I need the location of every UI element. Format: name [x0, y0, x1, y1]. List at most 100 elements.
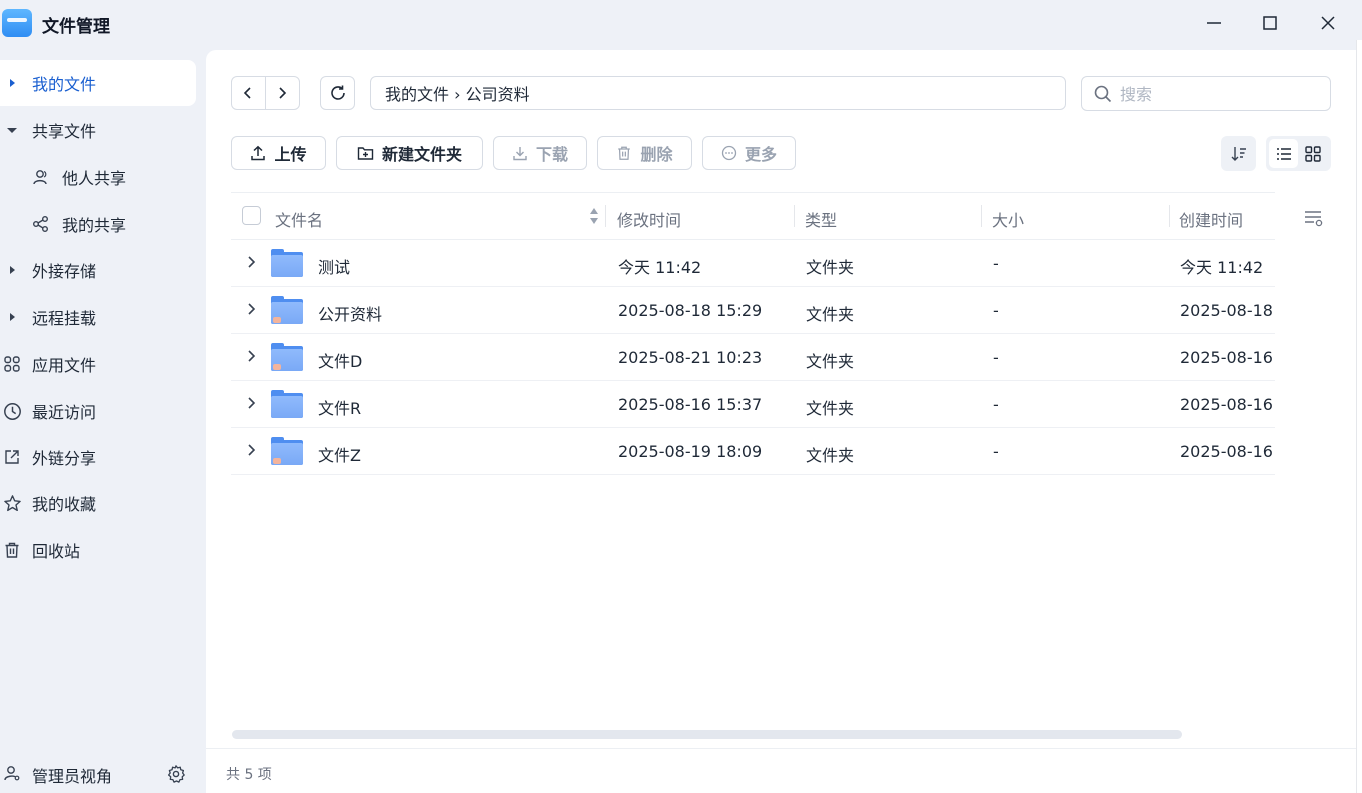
column-header-modified[interactable]: 修改时间	[617, 207, 681, 231]
right-edge-strip	[1356, 40, 1362, 793]
new-folder-button[interactable]: 新建文件夹	[336, 136, 483, 170]
maximize-button[interactable]	[1255, 8, 1285, 38]
table-row[interactable]: 文件D 2025-08-21 10:23 文件夹 - 2025-08-16	[231, 334, 1275, 381]
column-separator[interactable]	[794, 205, 795, 227]
sidebar-item-label: 我的文件	[32, 75, 97, 94]
sidebar-item-label: 他人共享	[62, 169, 127, 188]
sidebar-item-recycle-bin[interactable]: 回收站	[0, 527, 196, 573]
expand-chevron-icon[interactable]	[245, 254, 259, 274]
file-name: 文件D	[318, 352, 363, 371]
status-footer: 共 5 项	[206, 748, 1356, 793]
title-bar: 文件管理	[0, 0, 1362, 48]
chevron-right-icon	[279, 87, 287, 99]
grid-view-icon	[1304, 145, 1321, 162]
caret-right-icon	[2, 307, 22, 327]
sidebar-item-my-files[interactable]: 我的文件	[0, 60, 196, 106]
created-time: 今天 11:42	[1180, 258, 1264, 277]
sidebar-item-shared-with-me[interactable]: 他人共享	[0, 154, 196, 200]
sidebar-item-label: 我的收藏	[32, 495, 97, 514]
select-all-checkbox[interactable]	[242, 206, 261, 225]
modified-time: 2025-08-21 10:23	[618, 348, 763, 367]
table-header: 文件名 修改时间 类型 大小 创建时间	[231, 192, 1275, 240]
download-button[interactable]: 下载	[493, 136, 587, 170]
table-row[interactable]: 公开资料 2025-08-18 15:29 文件夹 - 2025-08-18	[231, 287, 1275, 334]
column-header-size[interactable]: 大小	[992, 207, 1024, 231]
column-separator[interactable]	[605, 205, 606, 227]
grid-view-button[interactable]	[1298, 139, 1327, 168]
horizontal-scrollbar[interactable]	[232, 730, 1182, 739]
table-row[interactable]: 文件Z 2025-08-19 18:09 文件夹 - 2025-08-16	[231, 428, 1275, 475]
back-button[interactable]	[232, 77, 266, 109]
column-header-type[interactable]: 类型	[805, 207, 837, 231]
minimize-button[interactable]	[1199, 8, 1229, 38]
refresh-button[interactable]	[320, 76, 355, 110]
admin-user-icon	[3, 764, 21, 786]
upload-icon	[251, 145, 266, 161]
share-icon	[31, 214, 51, 234]
created-time: 2025-08-18	[1180, 301, 1273, 320]
close-button[interactable]	[1313, 8, 1343, 38]
column-header-created[interactable]: 创建时间	[1179, 207, 1243, 231]
upload-label: 上传	[274, 145, 307, 164]
sidebar-item-link-share[interactable]: 外链分享	[0, 434, 196, 480]
folder-icon	[271, 390, 303, 418]
file-manager-app-icon	[2, 9, 32, 37]
upload-button[interactable]: 上传	[231, 136, 326, 170]
column-separator[interactable]	[981, 205, 982, 227]
sort-arrows-icon[interactable]	[588, 205, 600, 231]
column-settings-icon[interactable]	[1303, 208, 1325, 232]
admin-view-row[interactable]: 管理员视角	[0, 750, 206, 793]
sidebar-item-recent[interactable]: 最近访问	[0, 388, 196, 434]
expand-chevron-icon[interactable]	[245, 442, 259, 462]
settings-gear-icon[interactable]	[166, 764, 186, 788]
close-icon	[1321, 16, 1335, 30]
shared-folder-icon	[271, 343, 303, 371]
sidebar-item-external-storage[interactable]: 外接存储	[0, 247, 196, 293]
expand-chevron-icon[interactable]	[245, 348, 259, 368]
file-type: 文件夹	[806, 399, 855, 418]
sidebar-item-label: 我的共享	[62, 216, 127, 235]
column-header-name[interactable]: 文件名	[275, 207, 323, 231]
table-row[interactable]: 文件R 2025-08-16 15:37 文件夹 - 2025-08-16	[231, 381, 1275, 428]
view-mode-toggle	[1266, 136, 1331, 171]
sidebar-item-app-files[interactable]: 应用文件	[0, 341, 196, 387]
users-icon	[31, 167, 51, 187]
modified-time: 2025-08-19 18:09	[618, 442, 763, 461]
sidebar-item-label: 共享文件	[32, 122, 97, 141]
more-label: 更多	[744, 145, 777, 164]
table-row[interactable]: 测试 今天 11:42 文件夹 - 今天 11:42	[231, 240, 1275, 287]
sidebar-item-favorites[interactable]: 我的收藏	[0, 480, 196, 526]
delete-button[interactable]: 删除	[597, 136, 692, 170]
refresh-icon	[330, 85, 345, 100]
maximize-icon	[1263, 16, 1277, 30]
path-breadcrumb[interactable]: 我的文件 › 公司资料	[370, 76, 1066, 110]
sidebar-item-label: 最近访问	[32, 403, 97, 422]
clock-icon	[2, 401, 22, 421]
download-icon	[513, 147, 527, 161]
forward-button[interactable]	[266, 77, 300, 109]
file-type: 文件夹	[806, 305, 855, 324]
file-size: -	[993, 301, 999, 320]
sidebar: 我的文件 共享文件 他人共享 我的共享 外接存储 远程挂载 应用文件 最近访问 …	[0, 48, 206, 793]
sidebar-item-shared-files[interactable]: 共享文件	[0, 107, 196, 153]
new-folder-label: 新建文件夹	[381, 145, 462, 164]
column-separator[interactable]	[1169, 205, 1170, 227]
search-input[interactable]	[1120, 82, 1320, 106]
file-type: 文件夹	[806, 352, 855, 371]
expand-chevron-icon[interactable]	[245, 301, 259, 321]
list-view-button[interactable]	[1269, 139, 1298, 168]
more-button[interactable]: 更多	[702, 136, 796, 170]
sort-button[interactable]	[1221, 136, 1256, 171]
item-count: 共 5 项	[226, 767, 272, 783]
modified-time: 今天 11:42	[618, 258, 702, 277]
expand-chevron-icon[interactable]	[245, 395, 259, 415]
sort-desc-icon	[1231, 146, 1246, 161]
external-link-icon	[2, 447, 22, 467]
shared-folder-icon	[271, 296, 303, 324]
search-box[interactable]	[1081, 76, 1331, 111]
sidebar-item-remote-mount[interactable]: 远程挂载	[0, 294, 196, 340]
file-size: -	[993, 348, 999, 367]
sidebar-item-my-shares[interactable]: 我的共享	[0, 201, 196, 247]
folder-plus-icon	[357, 147, 374, 160]
caret-right-icon	[2, 73, 22, 93]
